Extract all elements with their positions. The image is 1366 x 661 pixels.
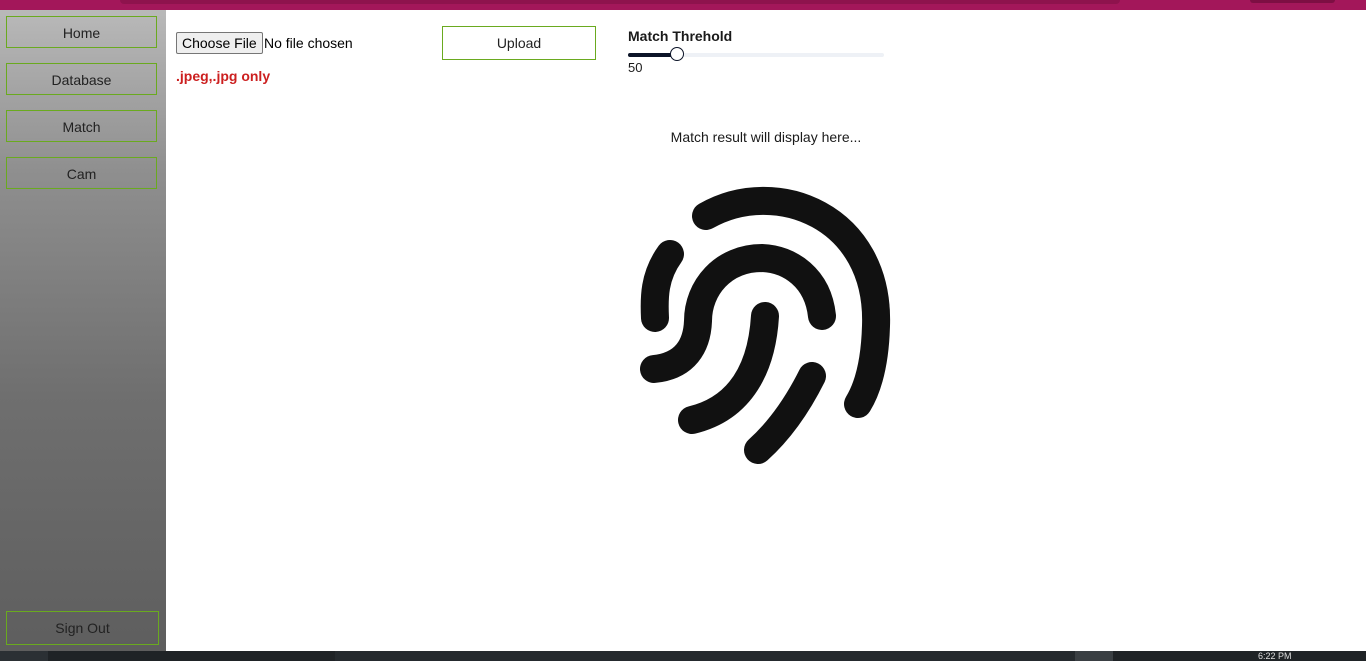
taskbar-apps <box>335 651 1075 661</box>
start-button[interactable] <box>0 651 48 661</box>
os-taskbar: 6:22 PM <box>0 651 1366 661</box>
fingerprint-icon <box>640 186 891 464</box>
browser-top-bar <box>0 0 1366 10</box>
upload-button[interactable]: Upload <box>442 26 596 60</box>
nav-match-button[interactable]: Match <box>6 110 157 142</box>
nav-home-button[interactable]: Home <box>6 16 157 48</box>
nav-database-button[interactable]: Database <box>6 63 157 95</box>
sidebar: Home Database Match Cam <box>0 10 166 651</box>
taskbar-active-app[interactable] <box>1075 651 1113 661</box>
threshold-value: 50 <box>628 60 643 75</box>
sign-out-button[interactable]: Sign Out <box>6 611 159 645</box>
taskbar-clock: 6:22 PM <box>1258 651 1292 661</box>
match-result-placeholder: Match result will display here... <box>670 129 862 145</box>
nav-cam-button[interactable]: Cam <box>6 157 157 189</box>
choose-file-button[interactable]: Choose File <box>176 32 263 54</box>
file-type-hint: .jpeg,.jpg only <box>176 68 271 84</box>
browser-tab-strip <box>120 0 1120 4</box>
slider-thumb[interactable] <box>669 47 684 61</box>
threshold-slider[interactable] <box>628 47 884 61</box>
threshold-label: Match Threhold <box>628 28 733 44</box>
browser-tab-strip-right <box>1250 0 1335 3</box>
file-status-text: No file chosen <box>264 35 353 51</box>
